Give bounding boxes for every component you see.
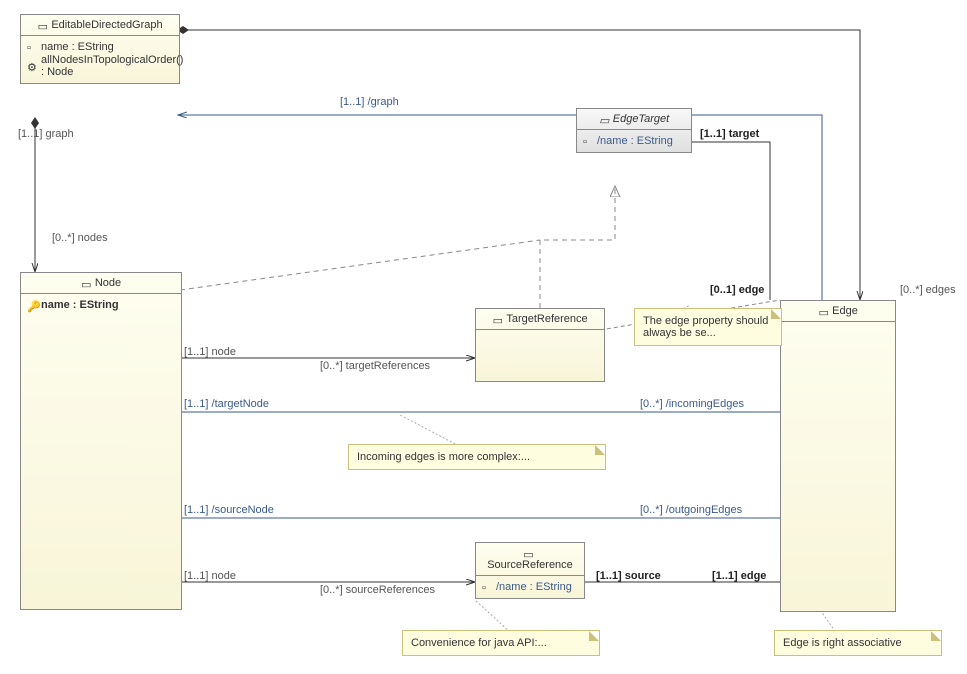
class-icon: ▭ — [81, 278, 92, 289]
attribute-icon: ▫ — [482, 582, 493, 593]
class-edge-target[interactable]: ▭EdgeTarget ▫/name : EString — [576, 108, 692, 153]
class-title: ▭Node — [21, 273, 181, 294]
class-icon: ▭ — [599, 114, 610, 125]
label-edges: [0..*] edges — [900, 284, 956, 296]
label-target: [1..1] target — [700, 128, 759, 140]
attribute-row: 🔑name : EString — [27, 299, 175, 311]
label-edge-opt: [0..1] edge — [710, 284, 764, 296]
class-edge[interactable]: ▭Edge — [780, 300, 896, 612]
label-graph-derived: [1..1] /graph — [340, 96, 399, 108]
class-node[interactable]: ▭Node 🔑name : EString — [20, 272, 182, 610]
label-node-2: [1..1] node — [184, 570, 236, 582]
label-edge-req: [1..1] edge — [712, 570, 766, 582]
class-target-reference[interactable]: ▭TargetReference — [475, 308, 605, 382]
note-edge-property: The edge property should always be se... — [634, 308, 782, 346]
note-associative: Edge is right associative — [774, 630, 942, 656]
note-convenience: Convenience for java API:... — [402, 630, 600, 656]
class-source-reference[interactable]: ▭SourceReference ▫/name : EString — [475, 542, 585, 599]
label-source-references: [0..*] sourceReferences — [320, 584, 435, 596]
class-title: ▭EditableDirectedGraph — [21, 15, 179, 36]
operation-icon: ⚙ — [27, 61, 38, 72]
class-icon: ▭ — [818, 306, 829, 317]
class-title: ▭TargetReference — [476, 309, 604, 330]
attribute-icon: ▫ — [27, 42, 38, 53]
class-title: ▭Edge — [781, 301, 895, 322]
note-incoming-edges: Incoming edges is more complex:... — [348, 444, 606, 470]
label-outgoing-edges: [0..*] /outgoingEdges — [640, 504, 742, 516]
label-incoming-edges: [0..*] /incomingEdges — [640, 398, 744, 410]
attribute-row: ▫/name : EString — [482, 581, 578, 593]
class-icon: ▭ — [523, 548, 534, 559]
label-source: [1..1] source — [596, 570, 661, 582]
class-icon: ▭ — [37, 20, 48, 31]
label-graph: [1..1] graph — [18, 128, 74, 140]
operation-row: ⚙allNodesInTopologicalOrder() : Node — [27, 54, 173, 78]
label-nodes: [0..*] nodes — [52, 232, 108, 244]
label-node: [1..1] node — [184, 346, 236, 358]
class-title: ▭SourceReference — [476, 543, 584, 576]
class-title: ▭EdgeTarget — [577, 109, 691, 130]
key-icon: 🔑 — [27, 300, 38, 311]
label-target-references: [0..*] targetReferences — [320, 360, 430, 372]
attribute-icon: ▫ — [583, 136, 594, 147]
class-icon: ▭ — [492, 314, 503, 325]
attribute-row: ▫name : EString — [27, 41, 173, 53]
label-source-node: [1..1] /sourceNode — [184, 504, 274, 516]
class-editable-directed-graph[interactable]: ▭EditableDirectedGraph ▫name : EString ⚙… — [20, 14, 180, 84]
label-target-node: [1..1] /targetNode — [184, 398, 269, 410]
attribute-row: ▫/name : EString — [583, 135, 685, 147]
